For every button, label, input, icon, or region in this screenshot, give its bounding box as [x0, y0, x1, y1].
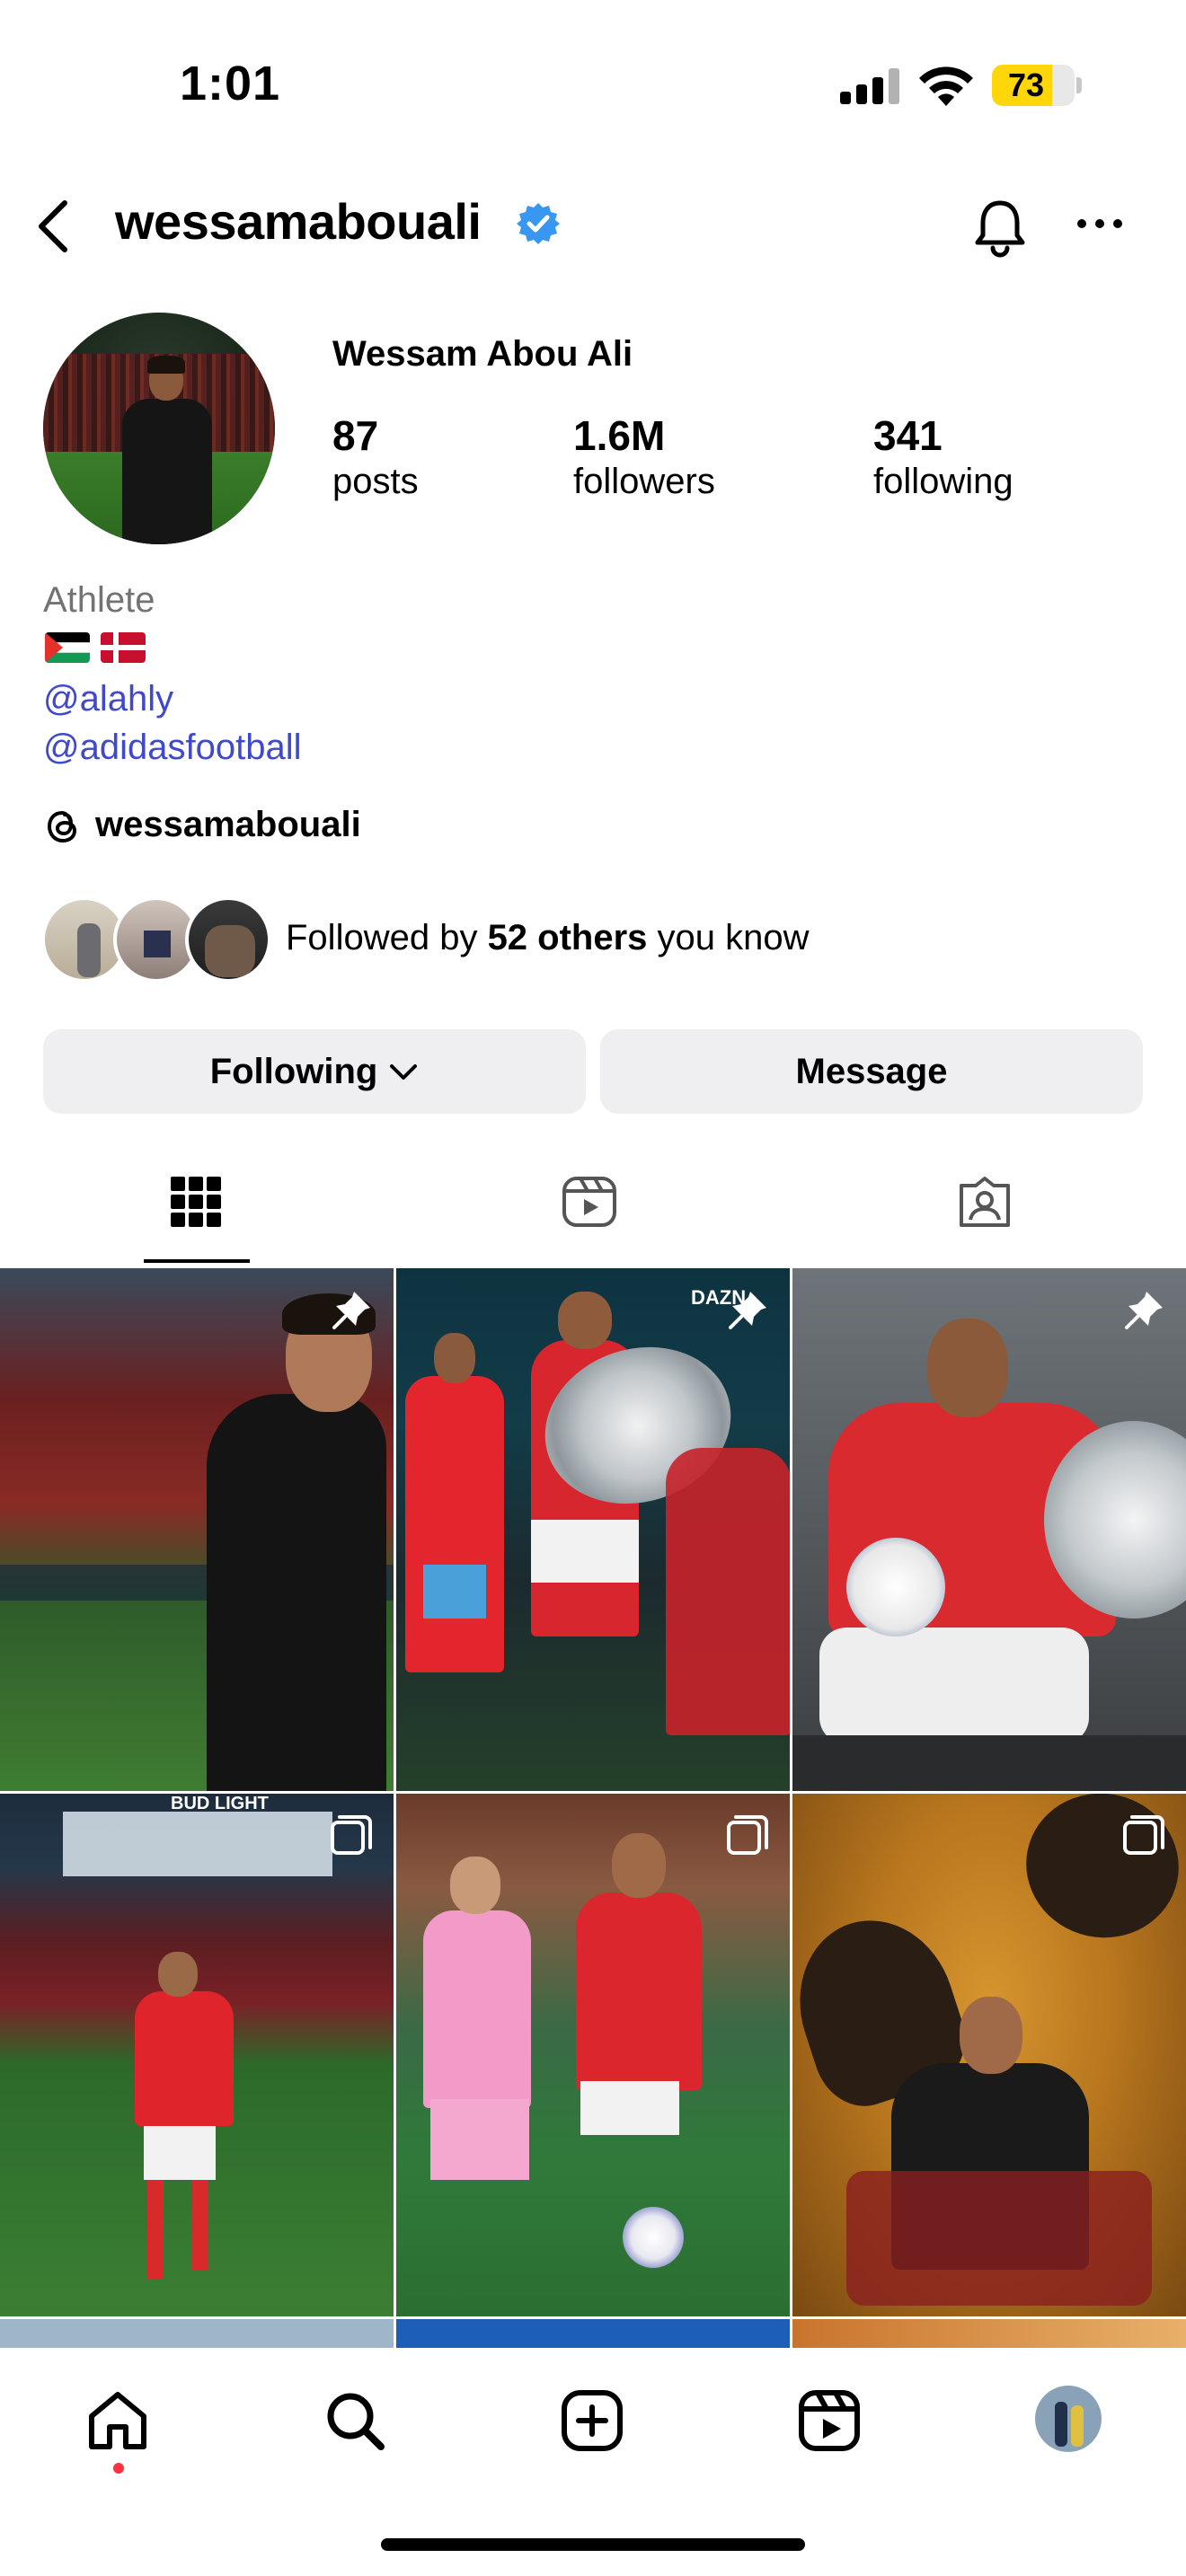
reels-nav-icon[interactable]: [796, 2387, 863, 2454]
following-count[interactable]: 341 following: [873, 411, 1013, 502]
search-icon[interactable]: [322, 2387, 388, 2454]
profile-avatar[interactable]: [43, 313, 275, 544]
header-username: wessamabouali: [115, 193, 482, 250]
post-overlay-text: BUD LIGHT: [171, 1794, 269, 1813]
followed-by-text: Followed by 52 others you know: [286, 918, 810, 957]
post-thumbnail[interactable]: DAZN: [396, 1268, 790, 1791]
instagram-profile-screen: 1:01 73 wessamabouali Wessam Abou Ali 87…: [0, 0, 1186, 2576]
posts-count: 87 posts: [332, 411, 419, 502]
post-thumbnail[interactable]: [0, 1268, 394, 1791]
followers-count-value: 1.6M: [573, 412, 666, 459]
post-thumbnail[interactable]: [396, 1794, 790, 2316]
cellular-signal-icon: [840, 68, 901, 104]
followed-by-row[interactable]: Followed by 52 others you know: [41, 896, 1155, 983]
followers-count-label: followers: [573, 462, 715, 501]
notification-bell-icon[interactable]: [969, 196, 1031, 259]
denmark-flag-icon: [101, 632, 146, 663]
chevron-down-icon: [390, 1064, 418, 1080]
pin-icon: [1125, 1292, 1163, 1329]
profile-nav-avatar[interactable]: [1035, 2386, 1102, 2452]
posts-count-label: posts: [332, 462, 419, 501]
pin-icon: [729, 1292, 766, 1329]
post-thumbnail[interactable]: BUD LIGHT: [0, 1794, 394, 2316]
post-thumbnail[interactable]: [792, 1268, 1186, 1791]
posts-grid: DAZN BUD LIGHT: [0, 1268, 1186, 2355]
back-arrow-icon[interactable]: [32, 198, 74, 255]
pin-icon: [332, 1292, 370, 1329]
active-tab-indicator: [144, 1259, 250, 1263]
create-post-icon[interactable]: [559, 2387, 625, 2454]
battery-indicator: 73: [992, 65, 1075, 106]
message-button-label: Message: [795, 1051, 948, 1091]
profile-header: wessamabouali: [0, 171, 1186, 278]
bio-link-alahly[interactable]: @alahly: [43, 679, 173, 719]
palestine-flag-icon: [45, 632, 90, 663]
carousel-icon: [1123, 1815, 1164, 1855]
mutual-follower-avatar: [185, 896, 271, 983]
message-button[interactable]: Message: [600, 1029, 1143, 1114]
grid-icon[interactable]: [167, 1173, 225, 1231]
posts-count-value: 87: [332, 412, 379, 459]
profile-category: Athlete: [43, 580, 155, 620]
threads-icon: [47, 810, 77, 843]
following-button-label: Following: [209, 1051, 378, 1091]
verified-badge-icon: [517, 203, 560, 244]
following-count-value: 341: [873, 412, 943, 459]
post-thumbnail[interactable]: [792, 1794, 1186, 2316]
reels-icon[interactable]: [561, 1173, 618, 1231]
home-indicator: [381, 2538, 805, 2551]
threads-handle: wessamabouali: [95, 805, 361, 844]
home-notification-dot: [113, 2463, 124, 2474]
battery-nub: [1076, 77, 1082, 93]
following-count-label: following: [873, 462, 1013, 501]
carousel-icon: [331, 1815, 372, 1855]
more-options-icon[interactable]: [1075, 210, 1125, 237]
following-button[interactable]: Following: [43, 1029, 586, 1114]
battery-level: 73: [1007, 66, 1045, 103]
home-icon[interactable]: [84, 2387, 151, 2454]
profile-full-name: Wessam Abou Ali: [332, 334, 633, 374]
followers-count[interactable]: 1.6M followers: [573, 411, 715, 502]
status-bar: 1:01 73: [0, 0, 1186, 171]
status-time: 1:01: [180, 57, 281, 110]
profile-tabs: [0, 1141, 1186, 1266]
carousel-icon: [727, 1815, 768, 1855]
wifi-icon: [919, 66, 973, 106]
bio-link-adidasfootball[interactable]: @adidasfootball: [43, 728, 301, 768]
tagged-icon[interactable]: [956, 1173, 1013, 1231]
